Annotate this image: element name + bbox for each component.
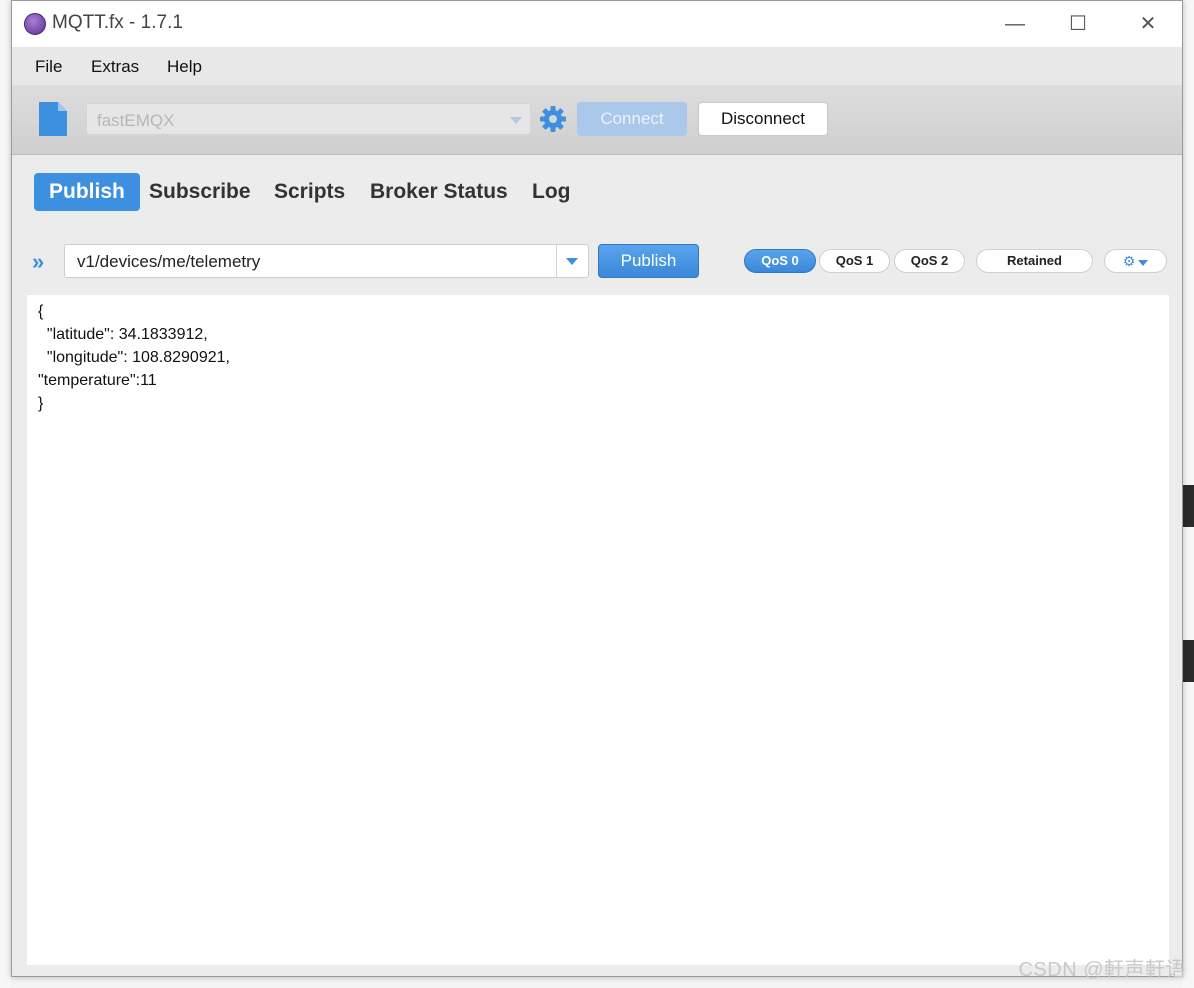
tab-log[interactable]: Log (517, 173, 585, 211)
dropdown-caret-icon (510, 117, 522, 124)
minimize-button[interactable]: — (992, 9, 1038, 39)
connection-toolbar: fastEMQX Connect Disconnect (12, 85, 1182, 155)
qos0-toggle[interactable]: QoS 0 (744, 249, 816, 273)
qos2-toggle[interactable]: QoS 2 (894, 249, 965, 273)
title-bar[interactable]: MQTT.fx - 1.7.1 — ☐ ✕ (12, 1, 1182, 47)
options-gear-icon: ⚙ (1122, 253, 1136, 269)
dropdown-caret-icon[interactable] (566, 258, 578, 265)
payload-line: { (38, 303, 44, 320)
background-dark-block (1183, 485, 1194, 527)
topic-divider (556, 245, 557, 277)
mqttfx-window: MQTT.fx - 1.7.1 — ☐ ✕ File Extras Help f… (11, 0, 1183, 977)
menu-extras[interactable]: Extras (91, 57, 139, 77)
topic-value: v1/devices/me/telemetry (77, 252, 261, 271)
connection-profile-value: fastEMQX (97, 111, 175, 130)
window-title: MQTT.fx - 1.7.1 (52, 12, 183, 33)
tab-scripts[interactable]: Scripts (259, 173, 360, 211)
payload-line: "temperature":11 (38, 372, 157, 389)
disconnect-button[interactable]: Disconnect (698, 102, 828, 136)
chevron-right-icon[interactable]: » (32, 249, 44, 275)
dropdown-caret-icon (1138, 259, 1149, 266)
tab-subscribe[interactable]: Subscribe (134, 173, 266, 211)
publish-controls: » v1/devices/me/telemetry Publish QoS 0 … (12, 229, 1182, 291)
background-dark-block (1183, 640, 1194, 682)
main-tabs: Publish Subscribe Scripts Broker Status … (12, 155, 1182, 229)
tab-publish[interactable]: Publish (34, 173, 140, 211)
maximize-button[interactable]: ☐ (1055, 9, 1101, 39)
app-logo-icon (24, 13, 46, 35)
new-file-icon[interactable] (39, 102, 67, 136)
connect-button[interactable]: Connect (577, 102, 687, 136)
payload-line: "longitude": 108.8290921, (38, 349, 230, 366)
options-button[interactable]: ⚙ (1104, 249, 1167, 273)
retained-toggle[interactable]: Retained (976, 249, 1093, 273)
topic-input[interactable]: v1/devices/me/telemetry (64, 244, 589, 278)
payload-line: "latitude": 34.1833912, (38, 326, 208, 343)
qos1-toggle[interactable]: QoS 1 (819, 249, 890, 273)
close-button[interactable]: ✕ (1125, 9, 1171, 39)
connection-profile-select[interactable]: fastEMQX (86, 103, 531, 135)
menu-bar: File Extras Help (12, 47, 1182, 85)
background-left-edge (0, 0, 11, 988)
payload-editor[interactable]: { "latitude": 34.1833912, "longitude": 1… (27, 295, 1169, 965)
menu-file[interactable]: File (35, 57, 62, 77)
payload-line: } (38, 395, 44, 412)
menu-help[interactable]: Help (167, 57, 202, 77)
tab-broker-status[interactable]: Broker Status (355, 173, 523, 211)
publish-button[interactable]: Publish (598, 244, 699, 278)
gear-icon[interactable] (539, 105, 567, 133)
watermark: CSDN @軒声軒语 (1018, 959, 1186, 981)
